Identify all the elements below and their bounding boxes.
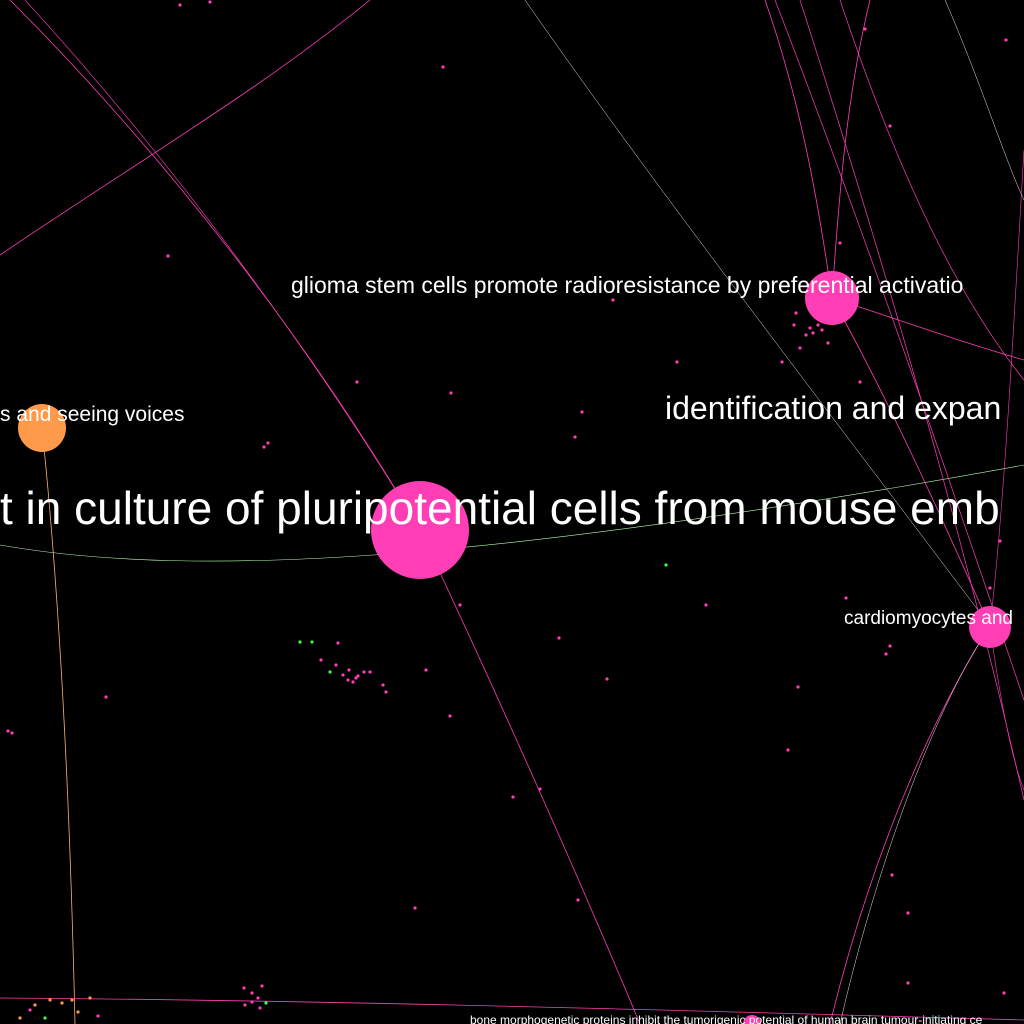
small-node	[804, 333, 808, 337]
small-node	[96, 1014, 100, 1018]
small-node	[250, 991, 254, 995]
small-node	[178, 3, 182, 7]
small-node	[816, 323, 820, 327]
small-node	[336, 641, 340, 645]
small-node	[884, 652, 888, 656]
small-node	[381, 683, 385, 687]
small-node	[28, 1008, 32, 1012]
small-node	[328, 670, 332, 674]
small-node	[355, 380, 359, 384]
small-node	[611, 298, 615, 302]
small-node	[664, 563, 668, 567]
small-node	[354, 676, 358, 680]
small-node	[998, 539, 1002, 543]
small-node	[384, 690, 388, 694]
small-node	[863, 27, 867, 31]
small-node	[798, 346, 802, 350]
small-node	[808, 326, 812, 330]
small-node	[1002, 991, 1006, 995]
small-node	[258, 1006, 262, 1010]
label-identification: identification and expan	[665, 390, 1001, 426]
small-node	[888, 124, 892, 128]
small-node	[347, 668, 351, 672]
small-node	[243, 1003, 247, 1007]
small-node	[576, 898, 580, 902]
small-node	[458, 603, 462, 607]
small-node	[906, 911, 910, 915]
citation-network-graph: t in culture of pluripotential cells fro…	[0, 0, 1024, 1024]
label-center: t in culture of pluripotential cells fro…	[0, 482, 1000, 534]
small-node	[449, 391, 453, 395]
small-node	[266, 441, 270, 445]
small-node	[70, 998, 74, 1002]
small-node	[605, 677, 609, 681]
small-node	[10, 731, 14, 735]
small-node	[310, 640, 314, 644]
small-node	[250, 1000, 254, 1004]
small-node	[262, 445, 266, 449]
small-node	[33, 1003, 37, 1007]
small-node	[441, 65, 445, 69]
small-node	[704, 603, 708, 607]
small-node	[48, 998, 52, 1002]
small-node	[368, 670, 372, 674]
small-node	[260, 984, 264, 988]
small-node	[256, 996, 260, 1000]
small-node	[780, 360, 784, 364]
small-node	[264, 1001, 268, 1005]
small-node	[208, 0, 212, 4]
small-node	[811, 331, 815, 335]
small-node	[820, 328, 824, 332]
small-node	[18, 1016, 22, 1020]
small-node	[858, 380, 862, 384]
small-node	[448, 714, 452, 718]
small-node	[341, 673, 345, 677]
label-bone: bone morphogenetic proteins inhibit the …	[470, 1013, 983, 1024]
small-node	[351, 680, 355, 684]
label-voices: s and seeing voices	[0, 403, 184, 426]
small-node	[988, 586, 992, 590]
small-node	[424, 668, 428, 672]
small-node	[43, 1016, 47, 1020]
label-cardiomyocytes: cardiomyocytes and	[844, 608, 1013, 629]
small-node	[76, 1010, 80, 1014]
small-node	[557, 636, 561, 640]
small-node	[675, 360, 679, 364]
small-node	[580, 410, 584, 414]
label-glioma: glioma stem cells promote radioresistanc…	[291, 272, 963, 298]
small-node	[573, 435, 577, 439]
small-node	[890, 873, 894, 877]
small-node	[538, 787, 542, 791]
small-node	[792, 323, 796, 327]
small-node	[166, 254, 170, 258]
small-node	[844, 596, 848, 600]
small-node	[888, 644, 892, 648]
small-node	[838, 241, 842, 245]
small-node	[794, 311, 798, 315]
small-node	[796, 685, 800, 689]
small-node	[346, 678, 350, 682]
small-node	[362, 670, 366, 674]
small-node	[826, 341, 830, 345]
small-node	[60, 1001, 64, 1005]
small-node	[334, 663, 338, 667]
small-node	[6, 729, 10, 733]
small-node	[413, 906, 417, 910]
small-node	[319, 658, 323, 662]
small-node	[511, 795, 515, 799]
small-node	[104, 695, 108, 699]
small-node	[242, 986, 246, 990]
small-node	[298, 640, 302, 644]
small-node	[88, 996, 92, 1000]
small-node	[786, 748, 790, 752]
small-node	[906, 981, 910, 985]
small-node	[1004, 38, 1008, 42]
